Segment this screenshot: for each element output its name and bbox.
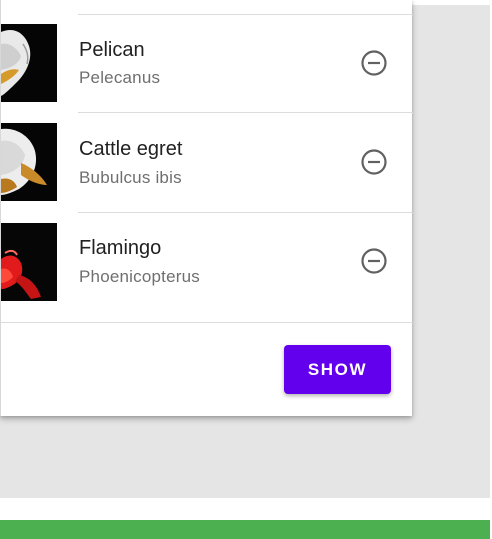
pelican-thumbnail — [1, 24, 57, 102]
flamingo-thumbnail — [1, 223, 57, 301]
bird-list-dialog: Pelican Pelecanus Cattle egret Bubulcus … — [0, 0, 413, 416]
show-button[interactable]: SHOW — [284, 345, 391, 394]
remove-circle-outline-icon[interactable] — [359, 246, 389, 276]
bird-name: Flamingo — [79, 237, 162, 259]
footer-divider — [1, 322, 413, 323]
list-item-cattle-egret[interactable]: Cattle egret Bubulcus ibis — [1, 113, 413, 213]
cattle-egret-thumbnail — [1, 123, 57, 201]
bottom-bar — [0, 520, 490, 539]
screen: Pelican Pelecanus Cattle egret Bubulcus … — [0, 0, 492, 539]
bird-name: Cattle egret — [79, 138, 183, 160]
bird-scientific-name: Phoenicopterus — [79, 267, 200, 286]
bird-scientific-name: Pelecanus — [79, 68, 161, 87]
list-item-pelican[interactable]: Pelican Pelecanus — [1, 0, 413, 113]
bird-scientific-name: Bubulcus ibis — [79, 168, 182, 187]
remove-circle-outline-icon[interactable] — [359, 147, 389, 177]
bird-name: Pelican — [79, 39, 145, 61]
remove-circle-outline-icon[interactable] — [359, 48, 389, 78]
list-item-flamingo[interactable]: Flamingo Phoenicopterus — [1, 213, 413, 322]
